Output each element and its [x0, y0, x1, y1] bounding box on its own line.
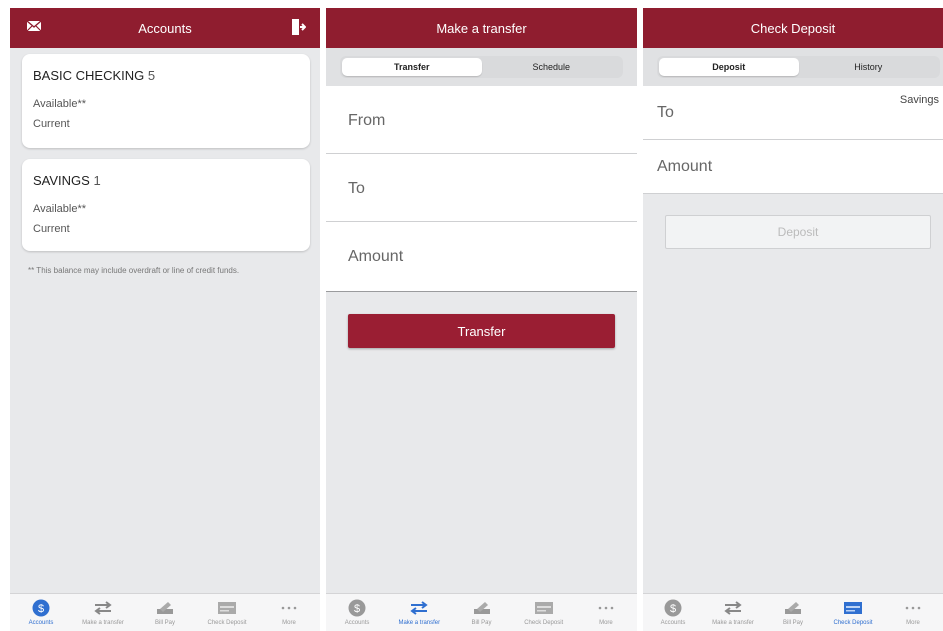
deposit-header: Check Deposit	[643, 8, 943, 48]
page-title: Check Deposit	[750, 20, 836, 36]
tab-label: Check Deposit	[524, 620, 564, 626]
check-card-icon	[217, 598, 237, 618]
transfer-arrows-icon	[93, 598, 113, 618]
check-deposit-screen: Check Deposit Deposit History To Savings…	[643, 8, 943, 631]
svg-text:$: $	[38, 603, 44, 615]
tab-more[interactable]: More	[575, 594, 637, 631]
deposit-amount-field[interactable]: Amount	[643, 140, 943, 194]
tab-more[interactable]: More	[883, 594, 943, 631]
account-name: SAVINGS	[33, 173, 90, 188]
to-label: To	[657, 104, 674, 121]
check-card-icon	[843, 598, 863, 618]
account-number: 1	[93, 173, 101, 188]
segment-history[interactable]: History	[799, 58, 939, 76]
tab-bar: $ Accounts Make a transfer Bill Pay Chec…	[326, 593, 637, 631]
dollar-circle-icon: $	[348, 598, 366, 618]
account-card-savings[interactable]: SAVINGS 1 Available** Current	[22, 159, 310, 251]
current-label: Current	[33, 223, 70, 235]
check-pen-icon	[155, 598, 175, 618]
transfer-header: Make a transfer	[326, 8, 637, 48]
tab-check-deposit[interactable]: Check Deposit	[823, 594, 883, 631]
tab-accounts[interactable]: $ Accounts	[643, 594, 703, 631]
account-name: BASIC CHECKING	[33, 68, 145, 83]
check-card-icon	[534, 598, 554, 618]
from-field[interactable]: From	[326, 86, 637, 154]
segment-bar: Transfer Schedule	[326, 48, 637, 86]
current-label: Current	[33, 118, 70, 130]
segment-deposit[interactable]: Deposit	[659, 58, 799, 76]
tab-bill-pay[interactable]: Bill Pay	[450, 594, 512, 631]
tab-make-a-transfer[interactable]: Make a transfer	[703, 594, 763, 631]
tab-check-deposit[interactable]: Check Deposit	[513, 594, 575, 631]
tab-label: More	[906, 620, 920, 626]
tab-label: Accounts	[660, 620, 686, 626]
tab-check-deposit[interactable]: Check Deposit	[196, 594, 258, 631]
deposit-button[interactable]: Deposit	[665, 215, 931, 249]
segmented-control: Transfer Schedule	[340, 56, 623, 78]
tab-label: Bill Pay	[471, 620, 492, 626]
to-value: Savings	[899, 94, 939, 106]
tab-accounts[interactable]: $ Accounts	[326, 594, 388, 631]
tab-label: Make a transfer	[82, 620, 124, 626]
available-label: Available**	[33, 98, 87, 110]
logout-icon[interactable]	[290, 18, 307, 39]
tab-label: Bill Pay	[154, 620, 175, 626]
tab-label: Make a transfer	[712, 620, 754, 626]
tab-bill-pay[interactable]: Bill Pay	[134, 594, 196, 631]
transfer-arrows-icon	[409, 598, 429, 618]
accounts-header: Accounts	[10, 8, 320, 48]
to-label: To	[348, 180, 365, 197]
to-field[interactable]: To	[326, 154, 637, 222]
tab-accounts[interactable]: $ Accounts	[10, 594, 72, 631]
check-pen-icon	[472, 598, 492, 618]
check-pen-icon	[783, 598, 803, 618]
transfer-screen: Make a transfer Transfer Schedule From T…	[326, 8, 637, 631]
segmented-control: Deposit History	[657, 56, 940, 78]
tab-label: Check Deposit	[833, 620, 873, 626]
svg-text:$: $	[354, 603, 360, 615]
balance-footnote: ** This balance may include overdraft or…	[28, 266, 240, 275]
tab-more[interactable]: More	[258, 594, 320, 631]
tab-label: Make a transfer	[398, 620, 441, 626]
tab-label: Accounts	[344, 620, 370, 626]
tab-label: Bill Pay	[782, 620, 803, 626]
more-dots-icon	[905, 598, 921, 618]
deposit-to-field[interactable]: To Savings	[643, 86, 943, 140]
transfer-arrows-icon	[723, 598, 743, 618]
more-dots-icon	[598, 598, 614, 618]
tab-bill-pay[interactable]: Bill Pay	[763, 594, 823, 631]
accounts-screen: Accounts BASIC CHECKING 5 Available** Cu…	[10, 8, 320, 631]
account-number: 5	[147, 68, 156, 83]
svg-text:$: $	[670, 603, 676, 615]
tab-make-a-transfer[interactable]: Make a transfer	[388, 594, 450, 631]
page-title: Accounts	[138, 20, 192, 36]
transfer-button[interactable]: Transfer	[348, 314, 615, 348]
dollar-circle-icon: $	[32, 598, 50, 618]
more-dots-icon	[281, 598, 297, 618]
tab-label: More	[282, 620, 296, 626]
page-title: Make a transfer	[436, 20, 527, 36]
envelope-icon[interactable]	[26, 19, 42, 36]
tab-label: Accounts	[28, 620, 54, 626]
tab-label: Check Deposit	[207, 620, 247, 626]
segment-schedule[interactable]: Schedule	[482, 58, 622, 76]
dollar-circle-icon: $	[664, 598, 682, 618]
segment-transfer[interactable]: Transfer	[342, 58, 482, 76]
amount-field[interactable]: Amount	[326, 222, 637, 292]
from-label: From	[348, 112, 386, 129]
amount-label: Amount	[348, 248, 404, 265]
tab-bar: $ Accounts Make a transfer Bill Pay Chec…	[10, 593, 320, 631]
segment-bar: Deposit History	[643, 48, 943, 86]
tab-label: More	[599, 620, 613, 626]
available-label: Available**	[33, 203, 87, 215]
amount-label: Amount	[657, 158, 713, 175]
tab-bar: $ Accounts Make a transfer Bill Pay Chec…	[643, 593, 943, 631]
account-card-checking[interactable]: BASIC CHECKING 5 Available** Current	[22, 54, 310, 148]
tab-make-a-transfer[interactable]: Make a transfer	[72, 594, 134, 631]
